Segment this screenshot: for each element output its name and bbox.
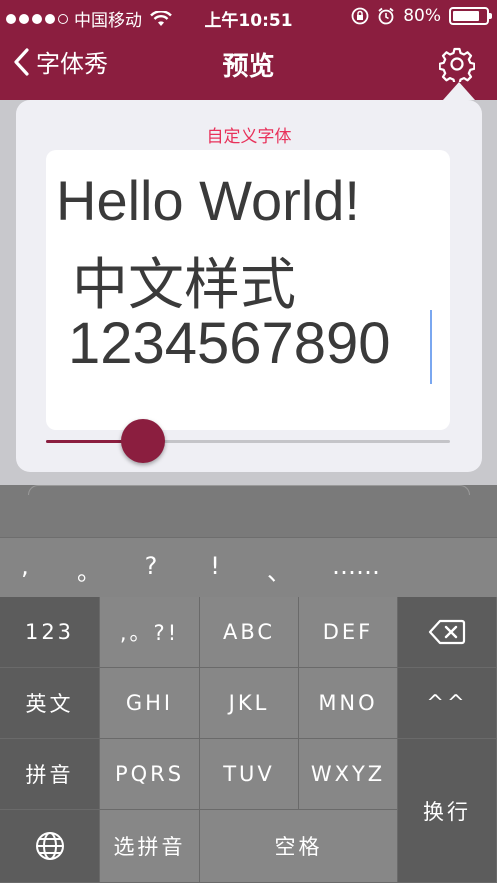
font-size-slider[interactable] (46, 419, 450, 463)
key-punctuation[interactable]: ,。?! (100, 597, 200, 668)
key-tuv[interactable]: TUV (200, 739, 299, 810)
punct-comma[interactable]: , (0, 552, 50, 580)
preview-line-chinese: 中文样式 (72, 253, 296, 318)
settings-button[interactable] (438, 46, 476, 86)
key-emoticon[interactable]: ^^ (398, 668, 497, 739)
backspace-icon (428, 619, 466, 645)
header: 中国移动 上午10:51 80% 字体秀 预览 (0, 0, 497, 100)
slider-thumb[interactable] (120, 419, 165, 463)
key-pinyin[interactable]: 拼音 (0, 739, 100, 810)
key-abc[interactable]: ABC (200, 597, 299, 668)
key-def[interactable]: DEF (299, 597, 398, 668)
hidden-input-edge (28, 485, 470, 495)
punctuation-bar: , 。 ? ! 、 …… (0, 537, 497, 597)
text-cursor (430, 310, 432, 384)
preview-text-area[interactable]: Hello World! 中文样式 1234567890 (46, 150, 450, 430)
punct-exclaim[interactable]: ! (190, 552, 240, 580)
key-mno[interactable]: MNO (299, 668, 398, 739)
punct-ellipsis[interactable]: …… (330, 552, 382, 580)
status-right: 80% (351, 6, 492, 26)
key-globe[interactable] (0, 810, 100, 883)
key-ghi[interactable]: GHI (100, 668, 200, 739)
popover-arrow (443, 82, 475, 100)
delete-key[interactable] (398, 597, 497, 668)
keyboard: , 。 ? ! 、 …… 123 ,。?! ABC DEF 英文 GHI JKL… (0, 485, 497, 883)
key-enter[interactable]: 换行 (398, 739, 497, 883)
popover-title: 自定义字体 (206, 127, 292, 147)
punct-period[interactable]: 。 (64, 552, 114, 587)
preview-line-english: Hello World! (56, 169, 360, 232)
status-bar: 中国移动 上午10:51 80% (0, 0, 497, 32)
preview-line-digits: 1234567890 (68, 311, 391, 376)
alarm-icon (378, 7, 394, 25)
punct-dunhao[interactable]: 、 (254, 552, 304, 587)
key-pqrs[interactable]: PQRS (100, 739, 200, 810)
key-jkl[interactable]: JKL (200, 668, 299, 739)
key-select-pinyin[interactable]: 选拼音 (100, 810, 200, 883)
key-wxyz[interactable]: WXYZ (299, 739, 398, 810)
key-123[interactable]: 123 (0, 597, 100, 668)
font-preview-popover: 自定义字体 Hello World! 中文样式 1234567890 (16, 100, 482, 472)
battery-percent: 80% (403, 6, 441, 26)
battery-fill (453, 11, 479, 21)
key-space[interactable]: 空格 (200, 810, 398, 883)
page-title: 预览 (222, 52, 275, 82)
rotation-lock-icon (351, 7, 369, 25)
punct-question[interactable]: ? (126, 552, 176, 580)
globe-icon (35, 832, 64, 860)
battery-icon (449, 7, 492, 25)
key-english[interactable]: 英文 (0, 668, 100, 739)
gear-icon (438, 47, 476, 85)
